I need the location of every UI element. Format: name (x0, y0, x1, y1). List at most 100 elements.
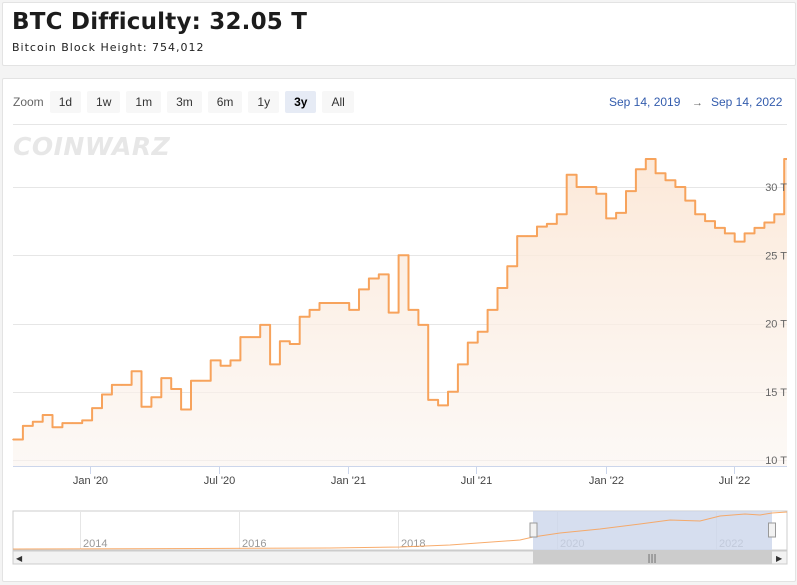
data-point (219, 365, 222, 367)
data-point (546, 223, 548, 225)
data-point (209, 359, 212, 362)
navigator-selection (533, 511, 772, 550)
y-tick-label: 20 T (765, 319, 787, 331)
data-point (733, 240, 736, 243)
data-point (180, 408, 182, 411)
data-point (387, 311, 390, 314)
data-point (526, 235, 528, 237)
navigator-year-label: 2018 (401, 538, 425, 550)
data-point (12, 438, 14, 441)
x-tick-label: Jan '21 (331, 475, 366, 487)
y-tick-label: 15 T (765, 387, 787, 399)
data-point (298, 315, 301, 318)
data-point (704, 220, 706, 222)
data-point (229, 359, 232, 362)
data-point (743, 232, 746, 235)
data-point (674, 186, 677, 188)
x-tick-label: Jul '20 (204, 475, 235, 487)
data-point (664, 179, 667, 181)
data-point (417, 324, 420, 326)
data-point (684, 199, 687, 202)
scroll-left-arrow: ◀ (16, 554, 23, 563)
data-point (328, 302, 331, 304)
data-point (81, 419, 83, 422)
data-point (140, 406, 143, 408)
data-point (259, 324, 262, 326)
data-point (486, 309, 489, 311)
data-point (289, 343, 291, 345)
data-point (368, 277, 370, 280)
data-point (249, 336, 252, 338)
data-point (101, 393, 103, 396)
data-point (694, 213, 696, 216)
data-point (61, 422, 64, 424)
data-point (437, 404, 439, 407)
data-point (516, 235, 518, 237)
data-point (506, 265, 509, 268)
data-point (308, 309, 311, 311)
data-point (575, 186, 578, 188)
x-tick-label: Jul '21 (461, 475, 492, 487)
series-area (13, 159, 787, 466)
data-point (170, 388, 172, 390)
data-point (348, 309, 351, 311)
data-point (536, 225, 538, 228)
data-point (41, 414, 44, 416)
data-point (22, 425, 24, 427)
data-point (358, 288, 360, 291)
data-point (407, 309, 410, 311)
y-tick-label: 25 T (765, 250, 787, 262)
data-point (585, 186, 588, 188)
data-point (556, 213, 558, 216)
data-point (615, 212, 617, 214)
data-point (447, 391, 449, 393)
data-point (595, 193, 598, 195)
data-point (753, 227, 756, 229)
x-tick-label: Jan '20 (73, 475, 108, 487)
navigator[interactable]: 20142016201820202022◀▶||| (12, 510, 788, 565)
data-point (467, 341, 469, 344)
data-point (130, 370, 133, 373)
data-point (457, 363, 459, 366)
x-tick-label: Jul '22 (719, 475, 750, 487)
navigator-handle-right (768, 522, 776, 538)
data-point (200, 380, 202, 382)
data-point (635, 168, 637, 171)
data-point (496, 287, 499, 289)
y-tick-label: 30 T (765, 182, 787, 194)
difficulty-chart: COINWARZ 10 T 15 T 20 T 25 T 30 T Jan '20 Jul… (12, 124, 788, 565)
y-tick-label: 10 T (765, 455, 787, 467)
svg-text:COINWARZ: COINWARZ (13, 132, 171, 161)
data-point (338, 302, 341, 304)
data-point (378, 273, 380, 276)
data-point (763, 221, 766, 224)
coinwarz-watermark: COINWARZ (13, 132, 171, 161)
data-point (91, 407, 93, 409)
data-point (724, 232, 726, 235)
data-point (714, 227, 716, 229)
data-point (51, 426, 54, 429)
data-point (318, 302, 321, 304)
data-point (71, 422, 74, 424)
data-point (654, 172, 657, 175)
x-tick-label: Jan '22 (589, 475, 624, 487)
data-point (150, 396, 153, 399)
data-point (397, 254, 400, 257)
data-point (565, 173, 568, 176)
data-point (239, 336, 242, 338)
navigator-handle-left (529, 522, 538, 538)
data-point (427, 399, 430, 401)
data-point (279, 340, 281, 343)
data-point (645, 158, 647, 160)
data-point (32, 421, 34, 423)
data-point (121, 384, 123, 386)
data-point (160, 377, 163, 379)
scroll-right-arrow: ▶ (776, 554, 783, 563)
navigator-year-label: 2014 (83, 538, 107, 550)
data-point (773, 213, 776, 216)
data-point (190, 380, 192, 382)
scrollbar-grip: ||| (647, 554, 656, 564)
data-point (476, 330, 479, 333)
data-point (625, 190, 627, 192)
data-point (605, 217, 607, 220)
